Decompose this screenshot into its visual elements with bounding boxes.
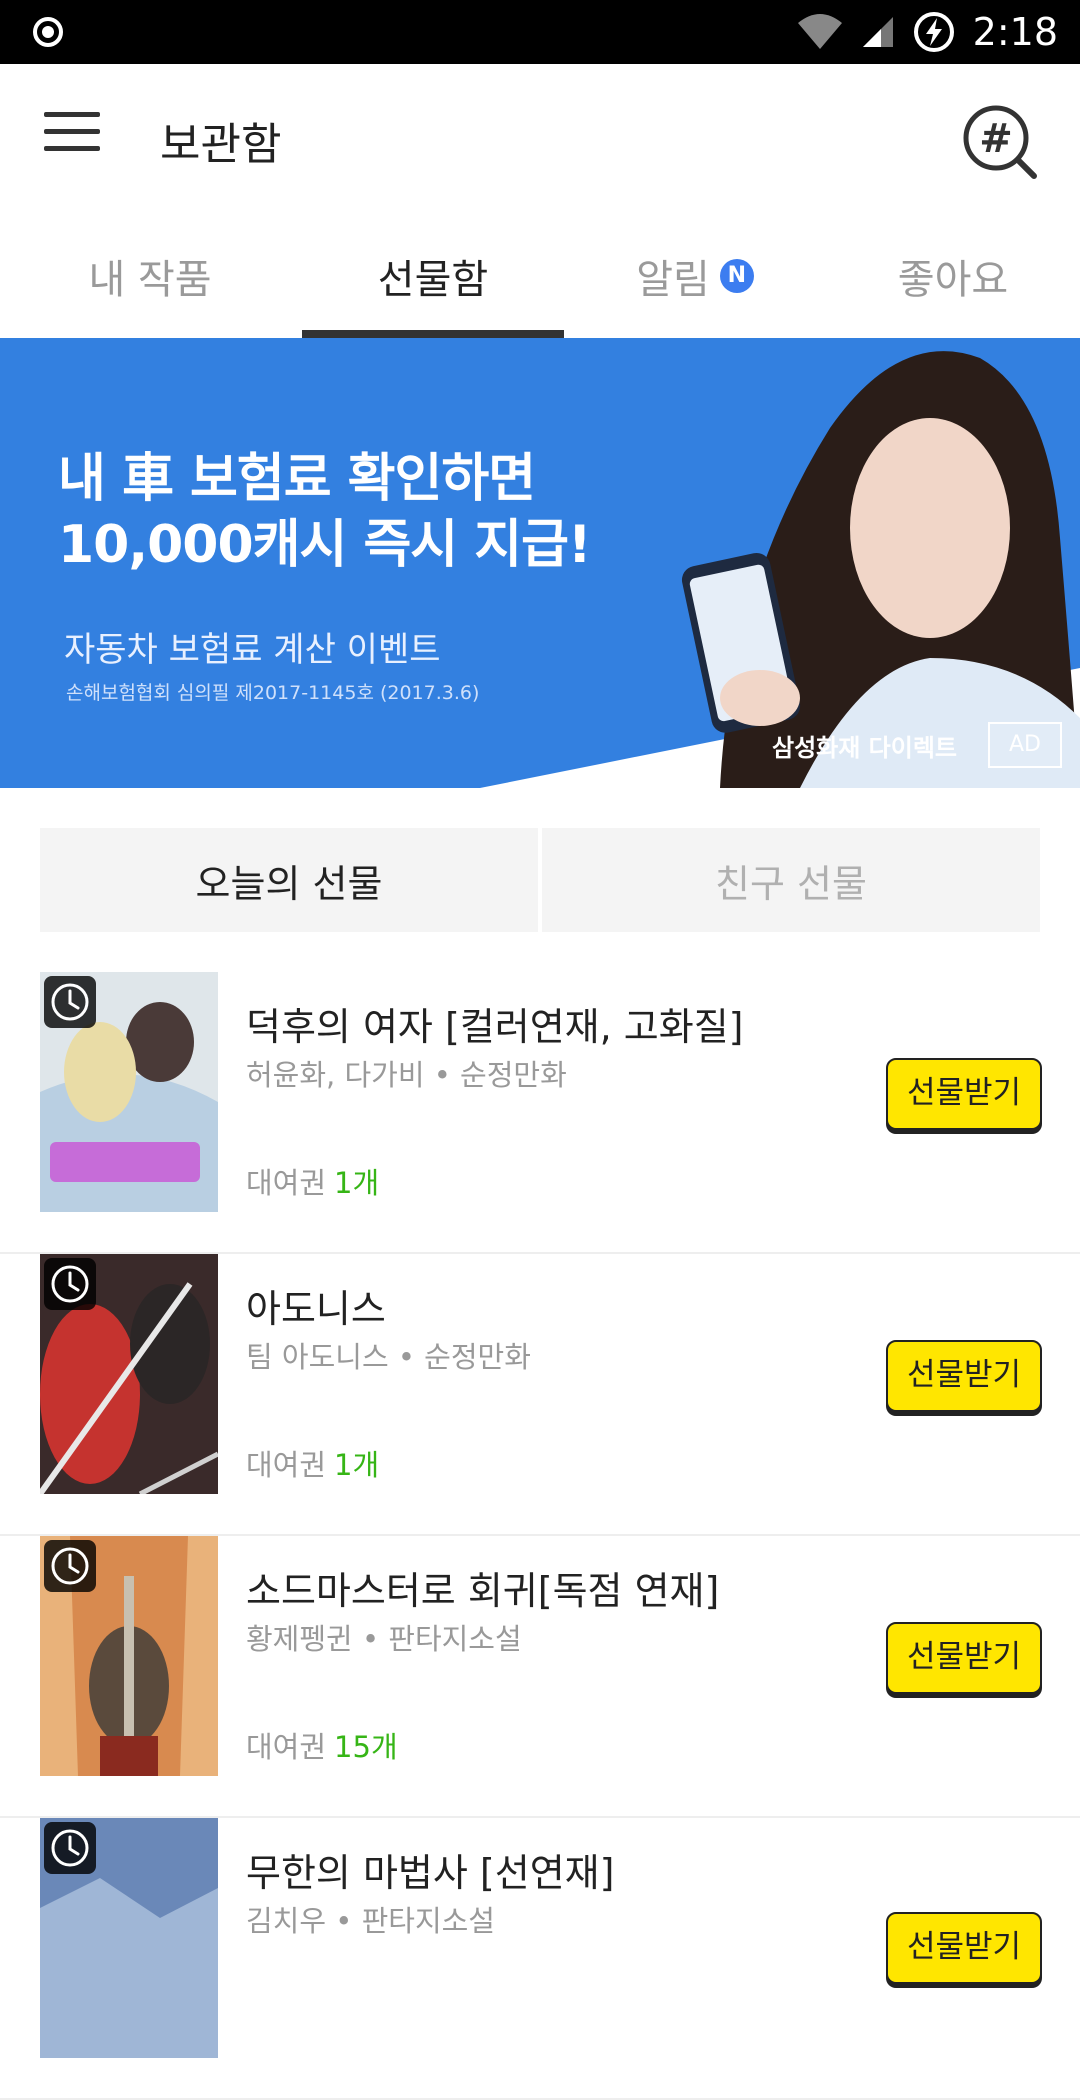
list-item[interactable]: 덕후의 여자 [컬러연재, 고화질] 허윤화, 다가비 • 순정만화 대여권 1개… [0, 972, 1080, 1254]
tab-label: 선물함 [377, 257, 489, 303]
gift-type-segment: 오늘의 선물 친구 선물 [40, 828, 1040, 932]
item-meta: 황제펭귄 • 판타지소설 [246, 1622, 522, 1656]
list-item[interactable]: 소드마스터로 회귀[독점 연재] 황제펭귄 • 판타지소설 대여권 15개 선물받… [0, 1536, 1080, 1818]
banner-subtitle: 자동차 보험료 계산 이벤트 [64, 630, 441, 670]
list-item[interactable]: 무한의 마법사 [선연재] 김치우 • 판타지소설 선물받기 [0, 1818, 1080, 2100]
cellular-signal-icon [862, 17, 893, 47]
ad-banner[interactable]: 내 車 보험료 확인하면 10,000캐시 즉시 지급! 자동차 보험료 계산 … [0, 338, 1080, 788]
tab-bar: 내 작품 선물함 알림 N 좋아요 [0, 214, 1080, 338]
tab-label: 좋아요 [897, 257, 1009, 303]
rental-count: 1개 [334, 1166, 380, 1200]
item-rental: 대여권 1개 [246, 1160, 379, 1202]
page-title: 보관함 [160, 119, 282, 170]
model-photo [681, 351, 1080, 788]
item-rental: 대여권 15개 [246, 1724, 398, 1766]
battery-charging-icon [913, 12, 954, 52]
cover-thumbnail [40, 1254, 218, 1494]
clock-icon [44, 1258, 96, 1310]
rental-count: 1개 [334, 1448, 380, 1482]
menu-icon[interactable] [44, 112, 100, 156]
banner-headline-line2: 10,000캐시 즉시 지급! [58, 515, 592, 575]
clock-icon [44, 1822, 96, 1874]
tab-label: 알림 [636, 257, 710, 303]
hashtag-search-icon[interactable]: # [960, 102, 1040, 182]
clock-icon [44, 1540, 96, 1592]
tab-notifications[interactable]: 알림 N [564, 214, 826, 338]
item-meta: 김치우 • 판타지소설 [246, 1904, 495, 1938]
ad-badge: AD [988, 722, 1062, 768]
clock-icon [44, 976, 96, 1028]
wifi-icon [797, 14, 842, 49]
item-meta: 팀 아도니스 • 순정만화 [246, 1340, 531, 1374]
tab-label: 내 작품 [88, 257, 212, 303]
cover-thumbnail [40, 1536, 218, 1776]
receive-gift-button[interactable]: 선물받기 [886, 1912, 1042, 1984]
rental-label: 대여권 [246, 1448, 327, 1482]
item-title: 아도니스 [246, 1287, 386, 1331]
receive-gift-button[interactable]: 선물받기 [886, 1058, 1042, 1130]
tab-likes[interactable]: 좋아요 [826, 214, 1080, 338]
receive-gift-button[interactable]: 선물받기 [886, 1622, 1042, 1694]
cover-thumbnail [40, 972, 218, 1212]
rental-count: 15개 [334, 1730, 398, 1764]
banner-fine-print: 손해보험협회 심의필 제2017-1145호 (2017.3.6) [66, 682, 480, 704]
segment-friend-gift[interactable]: 친구 선물 [542, 828, 1040, 932]
banner-headline: 내 車 보험료 확인하면 10,000캐시 즉시 지급! [58, 446, 592, 578]
new-badge: N [719, 259, 754, 293]
item-title: 소드마스터로 회귀[독점 연재] [246, 1569, 720, 1613]
item-rental: 대여권 1개 [246, 1442, 379, 1484]
tab-gift-box[interactable]: 선물함 [302, 214, 564, 338]
status-time: 2:18 [972, 10, 1058, 54]
list-item[interactable]: 아도니스 팀 아도니스 • 순정만화 대여권 1개 선물받기 [0, 1254, 1080, 1536]
app-bar: 보관함 # [0, 64, 1080, 214]
svg-text:#: # [979, 116, 1013, 162]
gift-list: 덕후의 여자 [컬러연재, 고화질] 허윤화, 다가비 • 순정만화 대여권 1개… [0, 972, 1080, 2100]
cover-thumbnail [40, 1818, 218, 2058]
tab-my-works[interactable]: 내 작품 [0, 214, 300, 338]
banner-headline-line1: 내 車 보험료 확인하면 [58, 449, 536, 509]
item-title: 무한의 마법사 [선연재] [246, 1851, 615, 1895]
receive-gift-button[interactable]: 선물받기 [886, 1340, 1042, 1412]
location-indicator-icon [33, 17, 63, 47]
segment-today-gift[interactable]: 오늘의 선물 [40, 828, 538, 932]
item-meta: 허윤화, 다가비 • 순정만화 [246, 1058, 567, 1092]
rental-label: 대여권 [246, 1166, 327, 1200]
status-bar: 2:18 [0, 0, 1080, 64]
item-title: 덕후의 여자 [컬러연재, 고화질] [246, 1005, 744, 1049]
banner-brand: 삼성화재 다이렉트 [772, 734, 957, 762]
rental-label: 대여권 [246, 1730, 327, 1764]
